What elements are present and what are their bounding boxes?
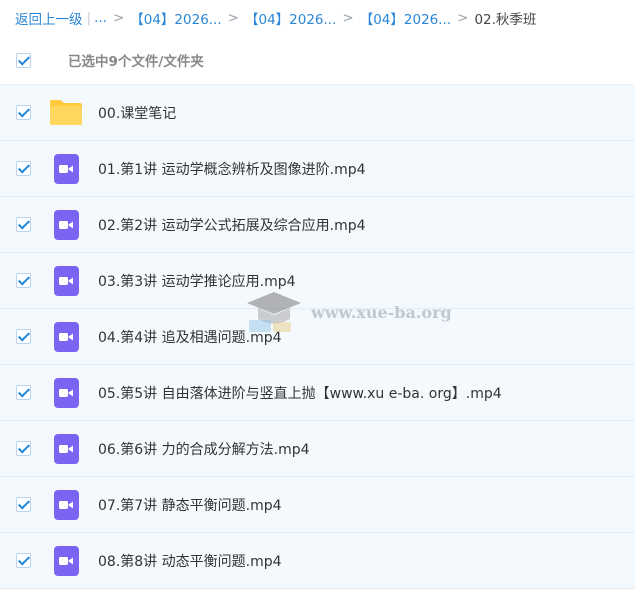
video-icon xyxy=(49,320,83,354)
file-row[interactable]: 02.第2讲 运动学公式拓展及综合应用.mp4 xyxy=(0,197,635,253)
breadcrumb-crumb-2[interactable]: 【04】2026... xyxy=(245,8,336,28)
file-row[interactable]: 01.第1讲 运动学概念辨析及图像进阶.mp4 xyxy=(0,141,635,197)
breadcrumb-separator: > xyxy=(457,10,469,26)
file-checkbox[interactable] xyxy=(16,161,31,176)
file-checkbox[interactable] xyxy=(16,329,31,344)
file-row[interactable]: 06.第6讲 力的合成分解方法.mp4 xyxy=(0,421,635,477)
file-name[interactable]: 04.第4讲 追及相遇问题.mp4 xyxy=(98,327,282,347)
select-all-bar: 已选中9个文件/文件夹 xyxy=(0,36,635,85)
breadcrumb-separator: > xyxy=(227,10,239,26)
file-checkbox[interactable] xyxy=(16,273,31,288)
file-name[interactable]: 02.第2讲 运动学公式拓展及综合应用.mp4 xyxy=(98,215,366,235)
video-icon xyxy=(49,544,83,578)
file-checkbox[interactable] xyxy=(16,441,31,456)
file-row[interactable]: 08.第8讲 动态平衡问题.mp4 xyxy=(0,533,635,589)
file-checkbox[interactable] xyxy=(16,105,31,120)
file-list: 00.课堂笔记 01.第1讲 运动学概念辨析及图像进阶.mp4 02.第2讲 运动学… xyxy=(0,85,635,589)
file-name[interactable]: 00.课堂笔记 xyxy=(98,103,176,123)
breadcrumb-separator: > xyxy=(112,10,125,26)
file-name[interactable]: 01.第1讲 运动学概念辨析及图像进阶.mp4 xyxy=(98,159,366,179)
file-name[interactable]: 07.第7讲 静态平衡问题.mp4 xyxy=(98,495,282,515)
file-checkbox[interactable] xyxy=(16,217,31,232)
file-name[interactable]: 05.第5讲 自由落体进阶与竖直上抛【www.xu e-ba. org】.mp4 xyxy=(98,383,502,403)
breadcrumb: 返回上一级 | ... > 【04】2026... > 【04】2026... … xyxy=(0,0,635,36)
file-row[interactable]: 05.第5讲 自由落体进阶与竖直上抛【www.xu e-ba. org】.mp4 xyxy=(0,365,635,421)
breadcrumb-separator: > xyxy=(342,10,354,26)
file-name[interactable]: 03.第3讲 运动学推论应用.mp4 xyxy=(98,271,296,291)
file-name[interactable]: 06.第6讲 力的合成分解方法.mp4 xyxy=(98,439,310,459)
breadcrumb-crumb-1[interactable]: 【04】2026... xyxy=(130,8,221,28)
file-checkbox[interactable] xyxy=(16,553,31,568)
file-checkbox[interactable] xyxy=(16,385,31,400)
file-checkbox[interactable] xyxy=(16,497,31,512)
video-icon xyxy=(49,488,83,522)
folder-icon xyxy=(49,96,83,130)
file-row[interactable]: 07.第7讲 静态平衡问题.mp4 xyxy=(0,477,635,533)
video-icon xyxy=(49,208,83,242)
selection-count-label: 已选中9个文件/文件夹 xyxy=(68,54,204,70)
video-icon xyxy=(49,152,83,186)
file-row[interactable]: 00.课堂笔记 xyxy=(0,85,635,141)
video-icon xyxy=(49,264,83,298)
file-row[interactable]: 04.第4讲 追及相遇问题.mp4 xyxy=(0,309,635,365)
breadcrumb-ellipsis[interactable]: ... xyxy=(94,10,107,26)
breadcrumb-current: 02.秋季班 xyxy=(474,12,537,28)
breadcrumb-crumb-3[interactable]: 【04】2026... xyxy=(360,8,451,28)
breadcrumb-divider: | xyxy=(86,10,92,26)
file-row[interactable]: 03.第3讲 运动学推论应用.mp4 xyxy=(0,253,635,309)
video-icon xyxy=(49,376,83,410)
back-link[interactable]: 返回上一级 xyxy=(15,8,83,28)
video-icon xyxy=(49,432,83,466)
file-name[interactable]: 08.第8讲 动态平衡问题.mp4 xyxy=(98,551,282,571)
select-all-checkbox[interactable] xyxy=(16,52,31,68)
